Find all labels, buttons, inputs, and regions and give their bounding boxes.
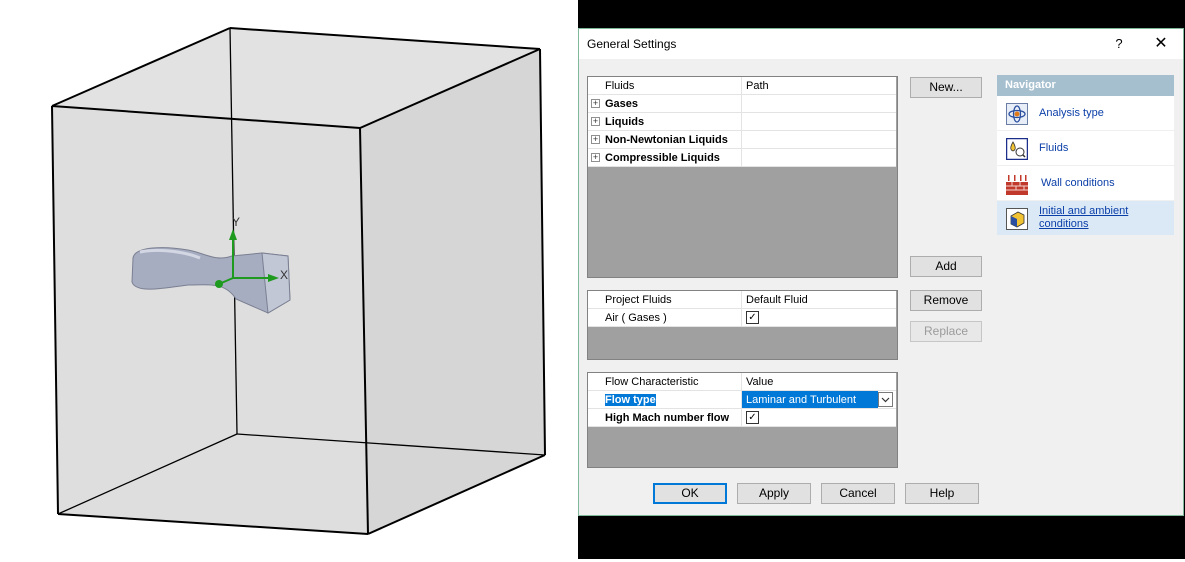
flow-type-label: Flow type [604, 393, 657, 407]
nav-item-initial-conditions[interactable]: Initial and ambient conditions [997, 201, 1174, 236]
column-header-flow-characteristic: Flow Characteristic [605, 376, 699, 388]
expand-icon[interactable]: + [591, 117, 600, 126]
fluids-icon [1006, 138, 1028, 160]
project-fluids-grid[interactable]: Project Fluids Default Fluid Air ( Gases… [587, 290, 898, 360]
nav-item-label: Analysis type [1039, 107, 1104, 119]
fluid-group-non-newtonian[interactable]: + Non-Newtonian Liquids [588, 131, 896, 149]
fluids-library-grid[interactable]: Fluids Path + Gases + Liquids + Non-Newt… [587, 76, 898, 278]
initial-conditions-icon [1006, 208, 1028, 230]
3d-viewport[interactable]: Y X [0, 0, 578, 559]
box-front-face [52, 106, 368, 534]
project-fluid-row[interactable]: Air ( Gases ) ✓ [588, 309, 896, 327]
add-button[interactable]: Add [910, 256, 982, 277]
new-button[interactable]: New... [910, 77, 982, 98]
column-header-path: Path [746, 80, 769, 92]
column-header-default-fluid: Default Fluid [746, 294, 808, 306]
grid-header: Project Fluids Default Fluid [588, 291, 896, 309]
fluid-group-label: Compressible Liquids [605, 152, 720, 164]
dialog-title: General Settings [587, 37, 677, 51]
axis-y-label: Y [232, 215, 240, 229]
close-icon[interactable]: ✕ [1149, 33, 1173, 55]
project-fluid-label: Air ( Gases ) [605, 312, 667, 324]
flow-type-value: Laminar and Turbulent [746, 394, 857, 406]
wall-conditions-icon [1006, 175, 1028, 195]
high-mach-label: High Mach number flow [605, 412, 730, 424]
nav-item-label: Initial and ambient conditions [1039, 205, 1129, 230]
column-header-project-fluids: Project Fluids [605, 294, 672, 306]
ok-button[interactable]: OK [653, 483, 727, 504]
fluid-group-liquids[interactable]: + Liquids [588, 113, 896, 131]
expand-icon[interactable]: + [591, 153, 600, 162]
column-header-value: Value [746, 376, 774, 388]
remove-button[interactable]: Remove [910, 290, 982, 311]
nav-item-label: Wall conditions [1041, 177, 1115, 189]
help-button[interactable]: Help [905, 483, 979, 504]
chevron-down-icon[interactable] [878, 392, 893, 407]
title-bar: General Settings ? ✕ [579, 29, 1183, 59]
navigator-panel: Navigator Analysis type Fluids Wall cond… [997, 75, 1174, 240]
analysis-type-icon [1006, 103, 1028, 125]
navigator-header: Navigator [997, 75, 1174, 96]
default-fluid-checkbox[interactable]: ✓ [746, 311, 759, 324]
high-mach-checkbox[interactable]: ✓ [746, 411, 759, 424]
nav-item-fluids[interactable]: Fluids [997, 131, 1174, 166]
grid-header: Flow Characteristic Value [588, 373, 896, 391]
nav-item-wall-conditions[interactable]: Wall conditions [997, 166, 1174, 201]
box-right-face [360, 49, 545, 534]
flow-type-row[interactable]: Flow type Laminar and Turbulent [588, 391, 896, 409]
nav-item-analysis-type[interactable]: Analysis type [997, 96, 1174, 131]
fluid-group-label: Gases [605, 98, 639, 110]
expand-icon[interactable]: + [591, 99, 600, 108]
nav-item-label: Fluids [1039, 142, 1069, 154]
axis-x-label: X [280, 268, 288, 282]
high-mach-row[interactable]: High Mach number flow ✓ [588, 409, 896, 427]
help-icon[interactable]: ? [1109, 33, 1129, 55]
fluid-group-compressible[interactable]: + Compressible Liquids [588, 149, 896, 167]
fluid-group-label: Non-Newtonian Liquids [605, 134, 728, 146]
expand-icon[interactable]: + [591, 135, 600, 144]
fluid-group-label: Liquids [605, 116, 645, 128]
replace-button[interactable]: Replace [910, 321, 982, 342]
general-settings-dialog: General Settings ? ✕ Fluids Path + Gases… [578, 28, 1184, 516]
fluid-group-gases[interactable]: + Gases [588, 95, 896, 113]
flow-characteristics-grid[interactable]: Flow Characteristic Value Flow type Lami… [587, 372, 898, 468]
computational-domain-view[interactable]: Y X [0, 0, 578, 559]
grid-header: Fluids Path [588, 77, 896, 95]
cancel-button[interactable]: Cancel [821, 483, 895, 504]
column-header-fluids: Fluids [605, 80, 635, 92]
apply-button[interactable]: Apply [737, 483, 811, 504]
